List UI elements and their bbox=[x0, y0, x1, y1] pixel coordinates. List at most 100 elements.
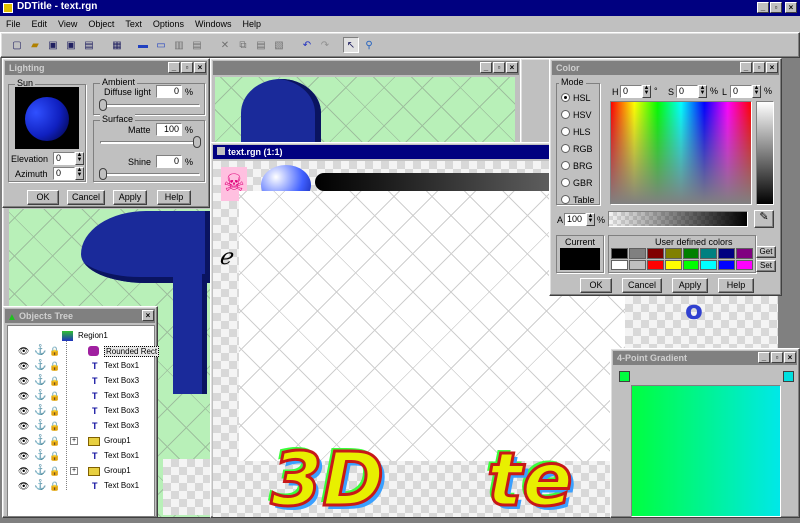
color-swatch[interactable] bbox=[628, 248, 646, 259]
lighting-close-button[interactable]: × bbox=[194, 62, 206, 73]
s-input[interactable]: 0 bbox=[676, 85, 698, 98]
lock-icon[interactable]: 🔒 bbox=[49, 391, 60, 402]
radio-gbr[interactable] bbox=[561, 178, 570, 187]
anchor-icon[interactable]: ⚓ bbox=[34, 465, 46, 476]
alpha-bar[interactable] bbox=[608, 211, 748, 227]
tree-row-5[interactable]: 👁 ⚓ 🔒 T Text Box3 bbox=[8, 419, 154, 434]
matte-slider[interactable] bbox=[100, 136, 201, 148]
image-export-icon[interactable]: ▥ bbox=[171, 37, 187, 53]
expand-icon[interactable]: + bbox=[70, 467, 78, 475]
gradient-handle-top-left[interactable] bbox=[619, 371, 630, 382]
menu-help[interactable]: Help bbox=[242, 19, 261, 29]
menu-object[interactable]: Object bbox=[88, 19, 114, 29]
radio-hls[interactable] bbox=[561, 127, 570, 136]
l-input[interactable]: 0 bbox=[730, 85, 752, 98]
cut-icon[interactable]: ✕ bbox=[217, 37, 233, 53]
color-swatch[interactable] bbox=[700, 259, 718, 270]
anchor-icon[interactable]: ⚓ bbox=[34, 390, 46, 401]
azimuth-spinner[interactable]: ▲ ▼ bbox=[75, 167, 84, 180]
lock-icon[interactable]: 🔒 bbox=[49, 361, 60, 372]
menu-file[interactable]: File bbox=[6, 19, 21, 29]
anchor-icon[interactable]: ⚓ bbox=[34, 360, 46, 371]
image-edit-icon[interactable]: ▭ bbox=[153, 37, 169, 53]
diffuse-slider-knob[interactable] bbox=[99, 99, 107, 111]
color-swatch[interactable] bbox=[664, 259, 682, 270]
color-swatch[interactable] bbox=[646, 259, 664, 270]
a-spinner[interactable]: ▲ ▼ bbox=[586, 213, 595, 226]
gradient-preview[interactable] bbox=[631, 385, 781, 517]
lock-icon[interactable]: 🔒 bbox=[49, 436, 60, 447]
visibility-eye-icon[interactable]: 👁 bbox=[18, 406, 29, 417]
menu-windows[interactable]: Windows bbox=[195, 19, 232, 29]
color-ok-button[interactable]: OK bbox=[580, 278, 612, 293]
color-cancel-button[interactable]: Cancel bbox=[622, 278, 662, 293]
objects-tree-close-button[interactable]: × bbox=[142, 310, 154, 321]
h-spinner[interactable]: ▲ ▼ bbox=[642, 85, 651, 98]
color-swatch[interactable] bbox=[718, 248, 736, 259]
middle-minimize-button[interactable]: _ bbox=[480, 62, 492, 73]
close-button[interactable]: × bbox=[785, 2, 797, 13]
color-help-button[interactable]: Help bbox=[718, 278, 754, 293]
zoom-icon[interactable]: ⚲ bbox=[361, 37, 377, 53]
color-minimize-button[interactable]: _ bbox=[740, 62, 752, 73]
redo-icon[interactable]: ↷ bbox=[317, 37, 333, 53]
tree-row-1[interactable]: 👁 ⚓ 🔒 T Text Box1 bbox=[8, 359, 154, 374]
save-icon[interactable]: ▣ bbox=[45, 37, 61, 53]
maximize-button[interactable]: ▫ bbox=[770, 2, 782, 13]
paste-icon[interactable]: ▤ bbox=[253, 37, 269, 53]
shine-input[interactable]: 0 bbox=[156, 155, 182, 168]
gradient-minimize-button[interactable]: _ bbox=[758, 352, 770, 363]
eyedropper-button[interactable]: ✎ bbox=[754, 210, 774, 228]
elevation-spinner[interactable]: ▲ ▼ bbox=[75, 152, 84, 165]
visibility-eye-icon[interactable]: 👁 bbox=[18, 361, 29, 372]
visibility-eye-icon[interactable]: 👁 bbox=[18, 391, 29, 402]
lock-icon[interactable]: 🔒 bbox=[49, 481, 60, 492]
menu-edit[interactable]: Edit bbox=[32, 19, 48, 29]
delete-icon[interactable]: ▧ bbox=[271, 37, 287, 53]
h-input[interactable]: 0 bbox=[620, 85, 642, 98]
hue-saturation-picker[interactable] bbox=[610, 101, 752, 205]
azimuth-input[interactable]: 0 bbox=[53, 167, 75, 180]
lock-icon[interactable]: 🔒 bbox=[49, 451, 60, 462]
gradient-maximize-button[interactable]: ▫ bbox=[771, 352, 783, 363]
lock-icon[interactable]: 🔒 bbox=[49, 346, 60, 357]
menu-view[interactable]: View bbox=[58, 19, 77, 29]
anchor-icon[interactable]: ⚓ bbox=[34, 375, 46, 386]
color-swatch[interactable] bbox=[682, 248, 700, 259]
undo-icon[interactable]: ↶ bbox=[299, 37, 315, 53]
lighting-help-button[interactable]: Help bbox=[157, 190, 191, 205]
image-icon[interactable]: ▬ bbox=[135, 37, 151, 53]
lighting-ok-button[interactable]: OK bbox=[27, 190, 59, 205]
copy-icon[interactable]: ⧉ bbox=[235, 37, 251, 53]
menu-text[interactable]: Text bbox=[125, 19, 142, 29]
lock-icon[interactable]: 🔒 bbox=[49, 406, 60, 417]
visibility-eye-icon[interactable]: 👁 bbox=[18, 481, 29, 492]
tree-row-2[interactable]: 👁 ⚓ 🔒 T Text Box3 bbox=[8, 374, 154, 389]
color-swatch[interactable] bbox=[736, 248, 753, 259]
expand-icon[interactable]: + bbox=[70, 437, 78, 445]
matte-slider-knob[interactable] bbox=[193, 136, 201, 148]
radio-hsv[interactable] bbox=[561, 110, 570, 119]
lock-icon[interactable]: 🔒 bbox=[49, 421, 60, 432]
tree-row-9[interactable]: 👁 ⚓ 🔒 T Text Box1 bbox=[8, 479, 154, 494]
tree-row-0[interactable]: 👁 ⚓ 🔒 Rounded Rect bbox=[8, 344, 160, 359]
color-swatch[interactable] bbox=[611, 248, 628, 259]
radio-brg[interactable] bbox=[561, 161, 570, 170]
l-spinner[interactable]: ▲ ▼ bbox=[752, 85, 761, 98]
radio-table[interactable] bbox=[561, 195, 570, 204]
visibility-eye-icon[interactable]: 👁 bbox=[18, 466, 29, 477]
tree-row-7[interactable]: 👁 ⚓ 🔒 T Text Box1 bbox=[8, 449, 154, 464]
new-icon[interactable]: ▢ bbox=[9, 37, 25, 53]
visibility-eye-icon[interactable]: 👁 bbox=[18, 346, 29, 357]
minimize-button[interactable]: _ bbox=[757, 2, 769, 13]
middle-maximize-button[interactable]: ▫ bbox=[493, 62, 505, 73]
lighting-cancel-button[interactable]: Cancel bbox=[67, 190, 105, 205]
save-as-icon[interactable]: ▣ bbox=[63, 37, 79, 53]
color-apply-button[interactable]: Apply bbox=[672, 278, 708, 293]
elevation-input[interactable]: 0 bbox=[53, 152, 75, 165]
import-icon[interactable]: ▦ bbox=[109, 37, 125, 53]
anchor-icon[interactable]: ⚓ bbox=[34, 435, 46, 446]
tree-row-4[interactable]: 👁 ⚓ 🔒 T Text Box3 bbox=[8, 404, 154, 419]
open-icon[interactable]: ▰ bbox=[27, 37, 43, 53]
tree-row-6[interactable]: 👁 ⚓ 🔒 + Group1 bbox=[8, 434, 154, 449]
